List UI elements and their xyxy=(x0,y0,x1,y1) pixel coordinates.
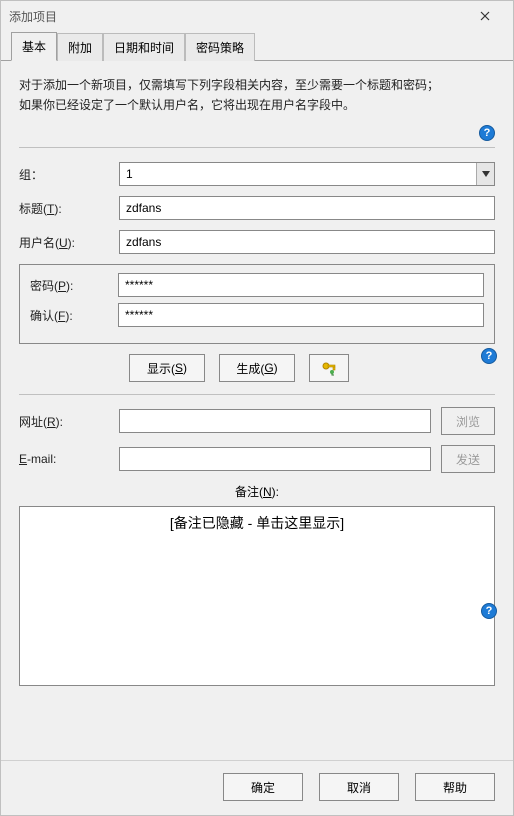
url-input[interactable] xyxy=(119,409,431,433)
tab-attach[interactable]: 附加 xyxy=(57,33,103,61)
dialog-footer: 确定 取消 帮助 xyxy=(1,760,513,815)
label-password: 密码(P): xyxy=(30,277,118,294)
row-group: 组： xyxy=(19,162,495,186)
show-password-button[interactable]: 显示(S) xyxy=(129,354,205,382)
remarks-hidden-notice[interactable]: [备注已隐藏 - 单击这里显示] xyxy=(19,506,495,686)
row-title: 标题(T): xyxy=(19,196,495,220)
help-icon[interactable]: ? xyxy=(479,125,495,141)
ok-button[interactable]: 确定 xyxy=(223,773,303,801)
titlebar: 添加项目 xyxy=(1,1,513,31)
cancel-button[interactable]: 取消 xyxy=(319,773,399,801)
password-section-wrap: 密码(P): 确认(F): 显示(S) 生成(G) xyxy=(19,264,495,382)
instructions: 对于添加一个新项目，仅需填写下列字段相关内容，至少需要一个标题和密码； 如果你已… xyxy=(19,75,495,115)
window-title: 添加项目 xyxy=(9,8,465,25)
key-icon-button[interactable] xyxy=(309,354,349,382)
label-remarks: 备注(N): xyxy=(19,483,495,500)
tab-content-basic: 对于添加一个新项目，仅需填写下列字段相关内容，至少需要一个标题和密码； 如果你已… xyxy=(1,61,513,760)
row-password: 密码(P): xyxy=(30,273,484,297)
close-button[interactable] xyxy=(465,2,505,30)
label-email: E-mail: xyxy=(19,452,119,466)
title-input[interactable] xyxy=(119,196,495,220)
divider xyxy=(19,147,495,148)
label-username: 用户名(U): xyxy=(19,234,119,251)
row-url: 网址(R): 浏览 xyxy=(19,407,495,435)
send-button[interactable]: 发送 xyxy=(441,445,495,473)
password-section: 密码(P): 确认(F): xyxy=(19,264,495,344)
tab-datetime[interactable]: 日期和时间 xyxy=(103,33,185,61)
username-input[interactable] xyxy=(119,230,495,254)
row-confirm: 确认(F): xyxy=(30,303,484,327)
help-button[interactable]: 帮助 xyxy=(415,773,495,801)
help-icon-password[interactable]: ? xyxy=(481,348,497,364)
label-url: 网址(R): xyxy=(19,413,119,430)
label-confirm: 确认(F): xyxy=(30,307,118,324)
remarks-section: 备注(N): [备注已隐藏 - 单击这里显示] ? xyxy=(19,483,495,686)
group-select-value[interactable] xyxy=(119,162,495,186)
confirm-input[interactable] xyxy=(118,303,484,327)
tab-basic[interactable]: 基本 xyxy=(11,32,57,61)
generate-password-button[interactable]: 生成(G) xyxy=(219,354,295,382)
instructions-line1: 对于添加一个新项目，仅需填写下列字段相关内容，至少需要一个标题和密码； xyxy=(19,75,495,95)
group-select[interactable] xyxy=(119,162,495,186)
instructions-line2: 如果你已经设定了一个默认用户名，它将出现在用户名字段中。 xyxy=(19,95,495,115)
label-group: 组： xyxy=(19,166,119,183)
row-username: 用户名(U): xyxy=(19,230,495,254)
tab-bar: 基本 附加 日期和时间 密码策略 xyxy=(1,31,513,61)
browse-button[interactable]: 浏览 xyxy=(441,407,495,435)
password-input[interactable] xyxy=(118,273,484,297)
row-email: E-mail: 发送 xyxy=(19,445,495,473)
label-title: 标题(T): xyxy=(19,200,119,217)
password-buttons: 显示(S) 生成(G) xyxy=(129,354,495,382)
help-icon-remarks[interactable]: ? xyxy=(481,603,497,619)
divider2 xyxy=(19,394,495,395)
tab-policy[interactable]: 密码策略 xyxy=(185,33,255,61)
email-input[interactable] xyxy=(119,447,431,471)
dialog-window: 添加项目 基本 附加 日期和时间 密码策略 对于添加一个新项目，仅需填写下列字段… xyxy=(0,0,514,816)
